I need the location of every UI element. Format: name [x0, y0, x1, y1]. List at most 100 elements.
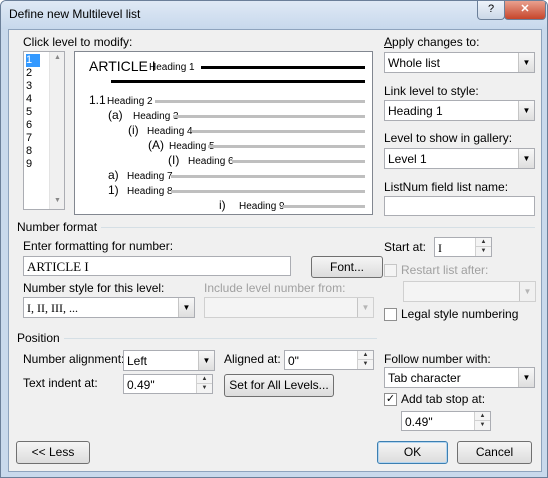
spin-down-icon[interactable]: ▼ — [197, 384, 212, 393]
dropdown-arrow-icon[interactable]: ▼ — [178, 298, 194, 317]
preview-heading-label: Heading 4 — [147, 126, 193, 137]
tab-stop-checkbox[interactable]: ✓ — [384, 393, 397, 406]
preview-number: a) — [108, 168, 119, 182]
dropdown-arrow-icon[interactable]: ▼ — [518, 101, 534, 120]
dropdown-arrow-icon[interactable]: ▼ — [518, 368, 534, 387]
title-bar: Define new Multilevel list ? ✕ — [1, 1, 547, 29]
dropdown-arrow-icon[interactable]: ▼ — [198, 351, 214, 370]
preview-number: i) — [219, 198, 226, 212]
number-format-input[interactable]: ARTICLE I — [23, 256, 291, 276]
scroll-up-icon[interactable]: ▲ — [50, 54, 64, 61]
link-style-label: Link level to style: — [384, 84, 479, 98]
number-alignment-value: Left — [127, 354, 148, 368]
preview-text-line — [171, 190, 365, 193]
restart-list-select[interactable]: ▼ — [403, 281, 536, 302]
preview-heading-label: Heading 2 — [107, 96, 153, 107]
dialog-window: Define new Multilevel list ? ✕ Click lev… — [0, 0, 548, 478]
include-level-select[interactable]: ▼ — [204, 297, 374, 318]
start-at-label: Start at: — [384, 240, 427, 254]
start-at-spinner[interactable]: I ▲ ▼ — [434, 237, 492, 257]
set-all-levels-button[interactable]: Set for All Levels... — [224, 374, 334, 397]
dialog-body: Click level to modify: 123456789 ▲ ▼ ART… — [8, 29, 542, 472]
preview-number: 1) — [108, 183, 119, 197]
level-item[interactable]: 9 — [26, 158, 40, 171]
preview-text-line — [283, 205, 365, 208]
aligned-at-spinner[interactable]: 0" ▲ ▼ — [284, 350, 374, 370]
dialog-title: Define new Multilevel list — [9, 7, 141, 21]
preview-number: ARTICLE I — [89, 58, 156, 74]
tab-stop-value: 0.49" — [405, 415, 433, 429]
tab-stop-label: Add tab stop at: — [401, 392, 486, 406]
restart-list-checkbox[interactable] — [384, 264, 397, 277]
link-style-value: Heading 1 — [388, 104, 443, 118]
level-list-label: Click level to modify: — [23, 35, 133, 49]
preview-number: 1.1 — [89, 93, 106, 107]
include-level-label: Include level number from: — [204, 281, 346, 295]
gallery-level-select[interactable]: Level 1 ▼ — [384, 148, 535, 169]
level-item[interactable]: 3 — [26, 80, 40, 93]
apply-changes-label: Apply changes to: — [384, 35, 480, 49]
gallery-level-value: Level 1 — [388, 152, 427, 166]
close-button[interactable]: ✕ — [504, 1, 546, 20]
list-preview: ARTICLE I Heading 1 1.1 Heading 2 (a) Heading… — [74, 51, 373, 215]
aligned-at-label: Aligned at: — [224, 352, 281, 366]
preview-heading-label: Heading 7 — [127, 171, 173, 182]
preview-heading-label: Heading 6 — [188, 156, 234, 167]
level-item[interactable]: 8 — [26, 145, 40, 158]
preview-number: (a) — [108, 108, 123, 122]
spin-up-icon[interactable]: ▲ — [358, 351, 373, 360]
font-button[interactable]: Font... — [311, 256, 383, 278]
less-button[interactable]: << Less — [16, 441, 90, 464]
level-item[interactable]: 1 — [26, 54, 40, 67]
preview-text-line — [232, 160, 365, 163]
scroll-down-icon[interactable]: ▼ — [50, 197, 64, 204]
position-divider — [17, 338, 377, 339]
level-item[interactable]: 5 — [26, 106, 40, 119]
gallery-level-label: Level to show in gallery: — [384, 131, 513, 145]
dropdown-arrow-icon[interactable]: ▼ — [519, 282, 535, 301]
spin-down-icon[interactable]: ▼ — [475, 421, 490, 430]
preview-text-line — [155, 100, 365, 103]
dropdown-arrow-icon[interactable]: ▼ — [518, 53, 534, 72]
preview-number: (A) — [148, 138, 164, 152]
number-alignment-label: Number alignment: — [23, 352, 125, 366]
preview-text-line — [192, 130, 365, 133]
preview-text-line — [111, 80, 365, 83]
follow-number-value: Tab character — [388, 371, 461, 385]
preview-text-line — [171, 175, 365, 178]
ok-button[interactable]: OK — [377, 441, 448, 464]
level-list-scrollbar[interactable]: ▲ ▼ — [49, 52, 64, 209]
tab-stop-spinner[interactable]: 0.49" ▲ ▼ — [401, 411, 491, 431]
text-indent-spinner[interactable]: 0.49" ▲ ▼ — [123, 374, 213, 394]
checkmark-icon: ✓ — [385, 393, 396, 405]
preview-text-line — [208, 145, 365, 148]
spin-up-icon[interactable]: ▲ — [197, 375, 212, 384]
position-title: Position — [17, 331, 64, 345]
dropdown-arrow-icon[interactable]: ▼ — [357, 298, 373, 317]
help-button[interactable]: ? — [477, 1, 505, 20]
legal-style-checkbox[interactable] — [384, 308, 397, 321]
text-indent-value: 0.49" — [127, 378, 155, 392]
number-alignment-select[interactable]: Left ▼ — [123, 350, 215, 371]
spin-up-icon[interactable]: ▲ — [475, 412, 490, 421]
listnum-input[interactable] — [384, 196, 535, 216]
level-listbox[interactable]: 123456789 ▲ ▼ — [23, 51, 65, 210]
dropdown-arrow-icon[interactable]: ▼ — [518, 149, 534, 168]
preview-heading-label: Heading 8 — [127, 186, 173, 197]
preview-text-line — [173, 115, 365, 118]
level-item[interactable]: 2 — [26, 67, 40, 80]
apply-changes-value: Whole list — [388, 56, 441, 70]
follow-number-select[interactable]: Tab character ▼ — [384, 367, 535, 388]
spin-down-icon[interactable]: ▼ — [358, 360, 373, 369]
link-style-select[interactable]: Heading 1 ▼ — [384, 100, 535, 121]
level-item[interactable]: 4 — [26, 93, 40, 106]
apply-changes-select[interactable]: Whole list ▼ — [384, 52, 535, 73]
preview-text-line — [201, 66, 365, 69]
preview-number: (I) — [168, 153, 180, 167]
spin-up-icon[interactable]: ▲ — [476, 238, 491, 247]
level-item[interactable]: 6 — [26, 119, 40, 132]
spin-down-icon[interactable]: ▼ — [476, 247, 491, 256]
cancel-button[interactable]: Cancel — [457, 441, 532, 464]
number-style-select[interactable]: I, II, III, ... ▼ — [23, 297, 195, 318]
level-item[interactable]: 7 — [26, 132, 40, 145]
